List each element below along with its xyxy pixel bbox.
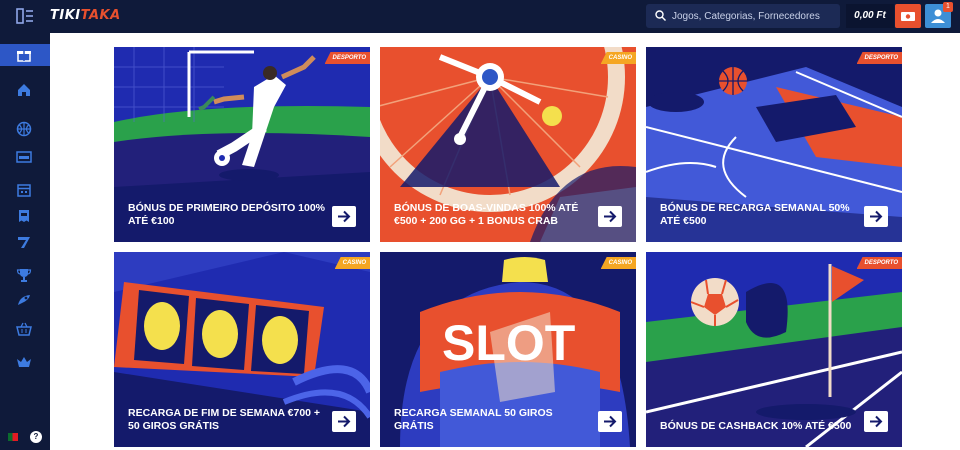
gift-card-icon: [901, 12, 915, 21]
live-tv-icon: [16, 151, 32, 163]
category-tag: CASINO: [600, 52, 636, 64]
logo-text-2: TAKA: [80, 8, 121, 23]
notification-badge: 1: [943, 2, 953, 12]
sidebar-item-betslip[interactable]: [0, 205, 50, 227]
balance-display[interactable]: 0,00 Ft: [846, 4, 894, 28]
arrow-right-icon: [338, 210, 351, 223]
arrow-right-icon: [338, 415, 351, 428]
promo-card[interactable]: DESPORTO BÓNUS DE RECARGA SEMANAL 50% AT…: [646, 47, 902, 242]
promo-title: BÓNUS DE BOAS-VINDAS 100% ATÉ €500 + 200…: [394, 202, 579, 227]
promo-card[interactable]: CASINO RECARGA DE FIM DE SEMANA €700 + 5…: [114, 252, 370, 447]
search-input[interactable]: [672, 4, 836, 28]
promo-title: RECARGA SEMANAL 50 GIROS GRÁTIS: [394, 407, 553, 432]
logo-text-1: TIKI: [50, 8, 81, 23]
rocket-icon: [18, 295, 30, 305]
sidebar-item-home[interactable]: [0, 79, 50, 101]
arrow-right-icon: [604, 210, 617, 223]
promo-title: RECARGA DE FIM DE SEMANA €700 + 50 GIROS…: [128, 407, 321, 432]
sidebar-item-promotions[interactable]: [0, 44, 50, 66]
promo-open-button[interactable]: [332, 411, 356, 432]
sidebar-item-casino[interactable]: [0, 231, 50, 253]
category-tag: DESPORTO: [324, 52, 370, 64]
language-flag-icon[interactable]: [8, 433, 18, 441]
promo-title: BÓNUS DE RECARGA SEMANAL 50% ATÉ €500: [660, 202, 850, 227]
promo-card[interactable]: SLOT CASINO RECARGA SEMANAL 50 GIROS GRÁ…: [380, 252, 636, 447]
category-tag: CASINO: [334, 257, 370, 269]
calendar-icon: [17, 184, 31, 197]
promo-open-button[interactable]: [598, 411, 622, 432]
promo-card[interactable]: DESPORTO BÓNUS DE CASHBACK 10% ATÉ €500: [646, 252, 902, 447]
sidebar-item-shop[interactable]: [0, 318, 50, 340]
arrow-right-icon: [870, 415, 883, 428]
category-tag: CASINO: [600, 257, 636, 269]
sidebar-item-crash-games[interactable]: [0, 289, 50, 311]
promo-open-button[interactable]: [598, 206, 622, 227]
basketball-icon: [16, 121, 32, 137]
menu-toggle-icon[interactable]: [16, 7, 34, 25]
sidebar-item-vip[interactable]: [0, 351, 50, 373]
promo-open-button[interactable]: [864, 411, 888, 432]
category-tag: DESPORTO: [856, 257, 902, 269]
arrow-right-icon: [870, 210, 883, 223]
sidebar-item-live[interactable]: [0, 146, 50, 168]
promotions-button[interactable]: [895, 4, 921, 28]
promo-open-button[interactable]: [332, 206, 356, 227]
promo-title: BÓNUS DE PRIMEIRO DEPÓSITO 100% ATÉ €100: [128, 202, 326, 227]
search-icon: [655, 10, 666, 21]
sidebar-item-sports[interactable]: [0, 118, 50, 140]
sidebar-item-calendar[interactable]: [0, 179, 50, 201]
category-tag: DESPORTO: [856, 52, 902, 64]
promo-open-button[interactable]: [864, 206, 888, 227]
crown-icon: [17, 357, 31, 367]
slot-sign-text: SLOT: [442, 315, 575, 371]
ticket-icon: [19, 210, 29, 222]
search-box[interactable]: [646, 4, 840, 28]
trophy-icon: [16, 269, 32, 282]
promo-card[interactable]: CASINO BÓNUS DE BOAS-VINDAS 100% ATÉ €50…: [380, 47, 636, 242]
top-bar: TIKITAKA 0,00 Ft 1: [0, 0, 960, 33]
basket-icon: [16, 322, 32, 336]
sidebar-item-tournaments[interactable]: [0, 264, 50, 286]
help-button[interactable]: ?: [30, 431, 42, 443]
brand-logo[interactable]: TIKITAKA: [50, 8, 121, 23]
promo-title: BÓNUS DE CASHBACK 10% ATÉ €500: [660, 420, 852, 432]
gift-icon: [17, 51, 31, 62]
arrow-right-icon: [604, 415, 617, 428]
seven-icon: [18, 237, 30, 248]
sidebar-footer: ?: [8, 431, 42, 443]
home-icon: [18, 84, 30, 96]
sidebar: ?: [0, 33, 50, 450]
promo-card[interactable]: DESPORTO BÓNUS DE PRIMEIRO DEPÓSITO 100%…: [114, 47, 370, 242]
